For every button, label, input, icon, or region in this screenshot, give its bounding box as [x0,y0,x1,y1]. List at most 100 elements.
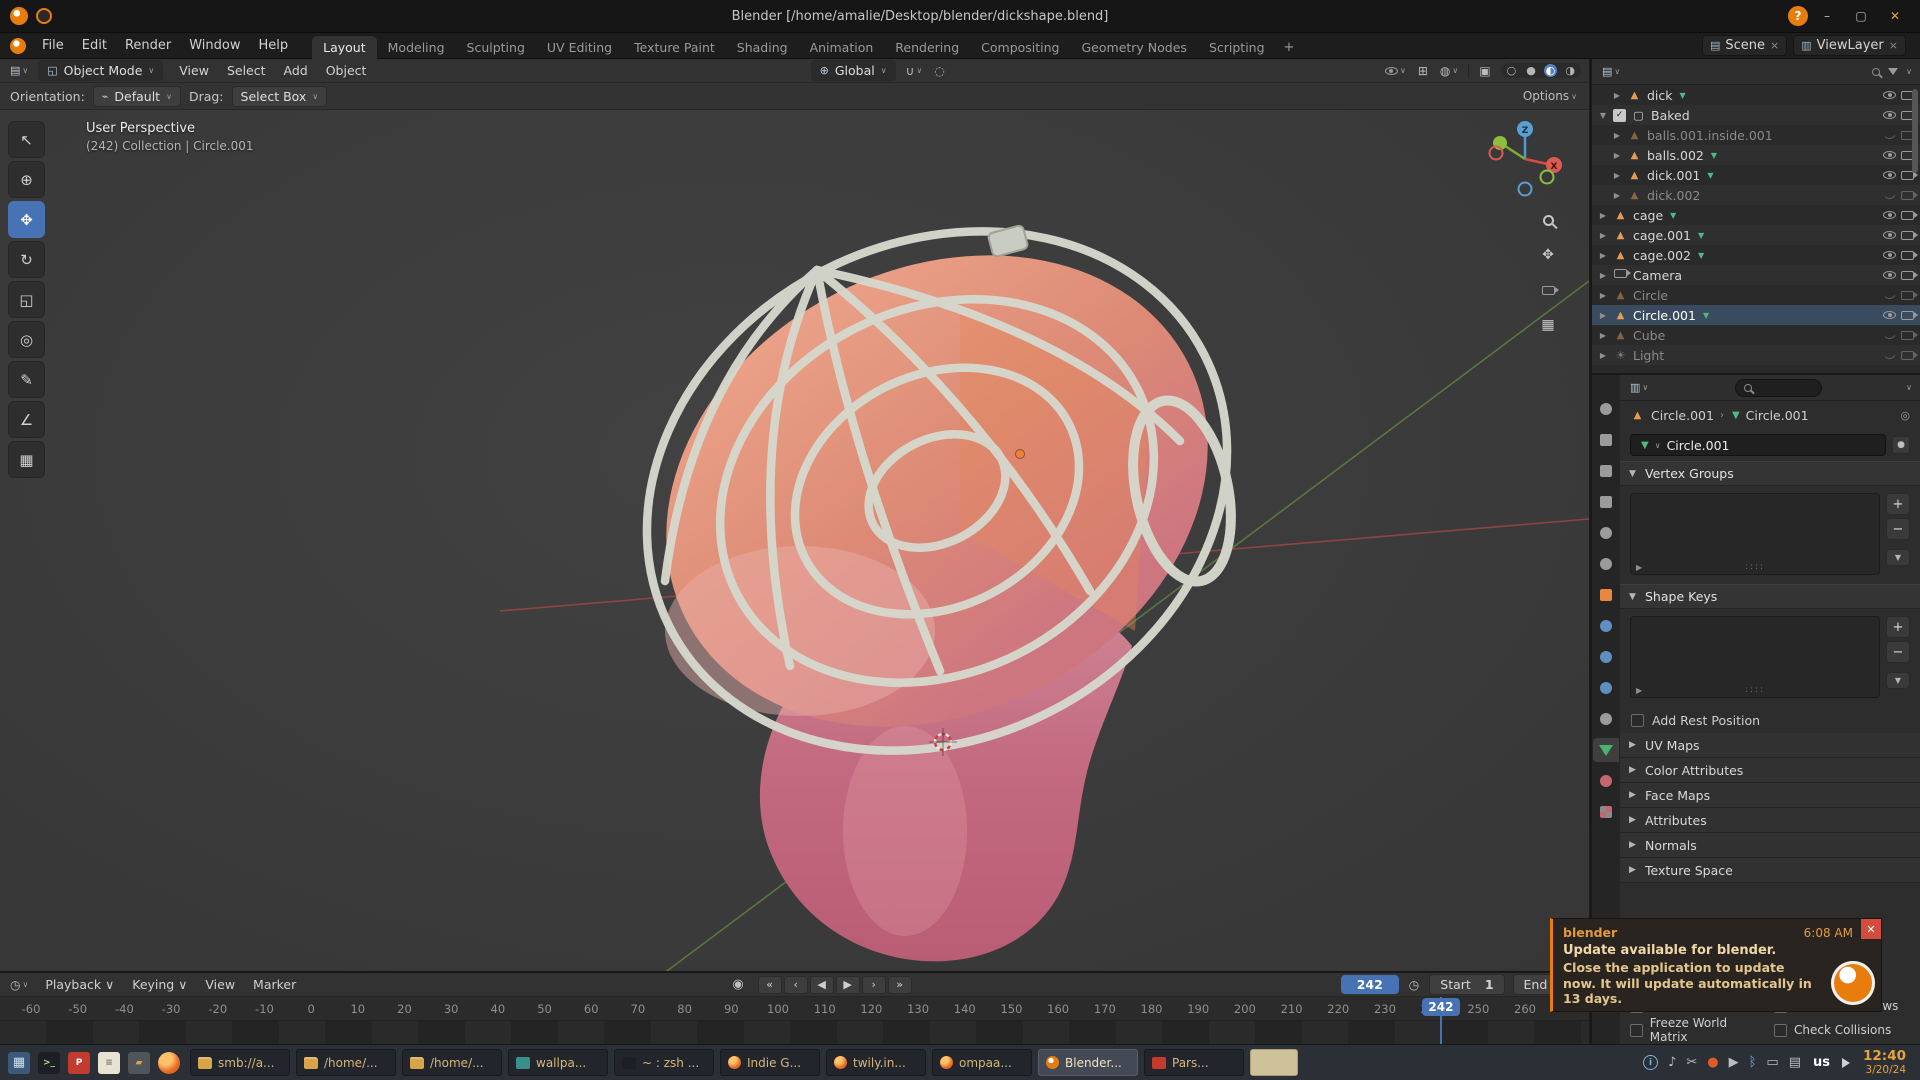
keying-clock-icon[interactable]: ◷ [1407,978,1421,992]
expand-arrow-icon[interactable]: ▶ [1612,91,1622,100]
play-back-button[interactable]: ◀ [810,976,834,994]
properties-tab-object[interactable] [1593,583,1619,607]
outliner-row[interactable]: ▶▲balls.002▼ [1592,145,1920,165]
menu-file[interactable]: File [34,36,72,55]
workspace-tab-rendering[interactable]: Rendering [884,36,970,59]
outliner-row[interactable]: ▶▲cage.002▼ [1592,245,1920,265]
editor-type-dropdown[interactable]: ▤∨ [8,64,30,77]
visibility-eye-icon[interactable] [1883,352,1896,359]
overlays-dropdown[interactable]: ◍∨ [1438,64,1460,78]
close-button[interactable]: ✕ [1880,5,1910,27]
drag-dropdown[interactable]: Select Box∨ [232,86,328,107]
vertex-group-specials-dropdown[interactable]: ▼ [1886,549,1910,566]
panel-texture-space[interactable]: ▶Texture Space [1620,858,1920,883]
grid-ortho-icon[interactable]: ▦ [1535,312,1561,338]
panel-uv-maps[interactable]: ▶UV Maps [1620,733,1920,758]
timeline-editor[interactable]: ◷∨ Playback ∨Keying ∨View Marker ◉ «‹◀▶›… [0,971,1589,1044]
taskbar-window-blender[interactable]: Blender... [1038,1049,1138,1076]
timeline-menu-keying[interactable]: Keying ∨ [125,976,194,993]
list-filter-arrow[interactable]: ▶ [1636,563,1642,572]
remove-shape-key-button[interactable]: − [1886,641,1910,663]
list-filter-arrow[interactable]: ▶ [1636,686,1642,695]
transform-orientation-dropdown[interactable]: ⊕ Global∨ [811,60,896,81]
taskbar-window-smb-a[interactable]: smb://a... [190,1049,290,1076]
expand-arrow-icon[interactable]: ▶ [1612,171,1622,180]
taskbar-clock[interactable]: 12:40 3/20/24 [1863,1049,1906,1077]
visibility-eye-icon[interactable] [1883,332,1896,339]
expand-arrow-icon[interactable]: ▶ [1598,291,1608,300]
remove-vertex-group-button[interactable]: − [1886,518,1910,540]
expand-arrow-icon[interactable]: ▶ [1598,331,1608,340]
expand-arrow-icon[interactable]: ▶ [1612,191,1622,200]
update-indicator-icon[interactable]: ? [1788,6,1808,26]
tool-measure[interactable]: ∠ [8,401,45,438]
properties-tab-tool[interactable] [1593,397,1619,421]
blender-menu-icon[interactable] [10,38,26,54]
animate-dot-button[interactable]: ● [1892,436,1910,454]
shading-wireframe-button[interactable]: ○ [1505,64,1519,77]
search-icon[interactable] [1872,68,1880,76]
render-visibility-icon[interactable] [1901,351,1914,360]
music-tray-icon[interactable]: ♪ [1668,1055,1676,1070]
visibility-eye-icon[interactable] [1883,271,1896,279]
view-layer-selector[interactable]: ▥ ViewLayer × [1793,35,1906,56]
prev-key-button[interactable]: ‹ [784,976,808,994]
taskbar-window-home[interactable]: /home/... [402,1049,502,1076]
viewport-3d[interactable]: ▤∨ ◱ Object Mode∨ ViewSelectAddObject ⊕ … [0,59,1589,971]
jump-start-button[interactable]: « [758,976,782,994]
vertex-groups-list[interactable]: ▶ :::: [1630,493,1880,575]
menu-render[interactable]: Render [117,36,179,55]
menu-window[interactable]: Window [181,36,248,55]
visibility-eye-icon[interactable] [1883,192,1896,199]
proportional-editing-toggle[interactable]: ◌ [932,64,946,78]
taskbar-window-home[interactable]: /home/... [296,1049,396,1076]
viewport-menu-object[interactable]: Object [318,61,375,80]
workspace-tab-geometry-nodes[interactable]: Geometry Nodes [1071,36,1198,59]
workspace-tab-scripting[interactable]: Scripting [1198,36,1276,59]
jump-end-button[interactable]: » [888,976,912,994]
launcher-files[interactable]: ▰ [128,1052,150,1074]
expand-arrow-icon[interactable]: ▶ [1598,351,1608,360]
timeline-menu-playback[interactable]: Playback ∨ [38,976,121,993]
outliner-row[interactable]: ▼✓▢Baked [1592,105,1920,125]
visibility-eye-icon[interactable] [1883,311,1896,319]
check-collisions-checkbox[interactable] [1774,1024,1787,1037]
visibility-eye-icon[interactable] [1883,211,1896,219]
properties-tab-texture[interactable] [1593,800,1619,824]
properties-tab-particles[interactable] [1593,645,1619,669]
tool-transform[interactable]: ◎ [8,321,45,358]
render-visibility-icon[interactable] [1901,211,1914,220]
snapping-toggle[interactable]: ∪∨ [904,64,925,78]
launcher-notes[interactable]: ≡ [98,1052,120,1074]
expand-arrow-icon[interactable]: ▶ [1612,151,1622,160]
timeline-menu-view[interactable]: View [198,976,242,993]
filter-icon[interactable] [1888,68,1898,75]
zoom-icon[interactable] [1535,207,1561,233]
launcher-browser[interactable] [158,1052,180,1074]
shading-solid-button[interactable]: ● [1524,64,1538,77]
workspace-tab-uv-editing[interactable]: UV Editing [536,36,623,59]
outliner-row[interactable]: ▶Camera [1592,265,1920,285]
outliner-row[interactable]: ▶☀Light [1592,345,1920,365]
panel-vertex-groups[interactable]: ▼Vertex Groups [1620,461,1920,486]
panel-shape-keys[interactable]: ▼Shape Keys [1620,584,1920,609]
launcher-terminal[interactable]: >_ [38,1052,60,1074]
info-tray-icon[interactable]: i [1643,1055,1658,1070]
breadcrumb-object[interactable]: Circle.001 [1651,408,1714,423]
options-dropdown[interactable]: Options∨ [1521,89,1579,103]
workspace-tab-texture-paint[interactable]: Texture Paint [623,36,726,59]
expand-arrow-icon[interactable]: ▶ [1612,131,1622,140]
workspace-tab-shading[interactable]: Shading [726,36,799,59]
expand-arrow-icon[interactable]: ▶ [1598,231,1608,240]
timeline-menu-marker[interactable]: Marker [246,976,303,993]
menu-help[interactable]: Help [251,36,297,55]
outliner-row[interactable]: ▶▲balls.001.inside.001 [1592,125,1920,145]
keyboard-layout-indicator[interactable]: us [1813,1055,1830,1070]
taskbar-window-ompaa[interactable]: ompaa... [932,1049,1032,1076]
properties-type-dropdown[interactable]: ▥∨ [1628,381,1650,394]
scene-unlink-icon[interactable]: × [1770,39,1779,52]
render-visibility-icon[interactable] [1901,311,1914,320]
scene-selector[interactable]: ▤ Scene × [1702,35,1787,56]
notification-close-button[interactable]: ✕ [1861,919,1881,939]
next-key-button[interactable]: › [862,976,886,994]
